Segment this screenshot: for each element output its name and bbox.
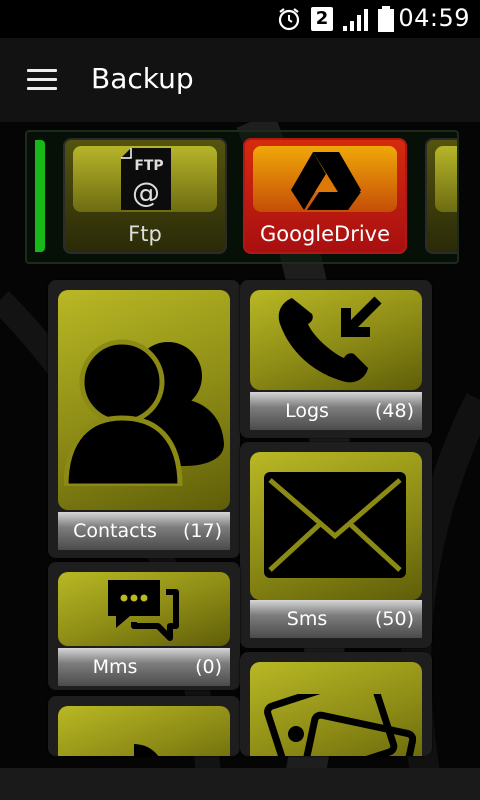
signal-icon [343,9,368,31]
category-logs[interactable]: Logs (48) [240,280,432,438]
ftp-icon-text: FTP [134,158,163,174]
contacts-icon [64,339,224,486]
category-count: (0) [195,656,222,678]
calendar-tile-face [58,706,230,756]
category-label: Contacts [73,520,157,542]
pictures-icon [264,694,416,756]
category-calendar-partial[interactable] [48,696,240,756]
sms-tile-face [250,452,422,600]
category-label: Sms [286,608,328,630]
hamburger-menu-icon[interactable] [27,69,57,91]
sms-caption: Sms (50) [250,600,422,638]
mms-caption: Mms (0) [58,648,230,686]
category-label: Mms [92,656,138,678]
contacts-tile-face [58,290,230,510]
category-count: (48) [374,400,414,422]
alarm-icon [278,8,300,31]
target-label-ftp: Ftp [128,222,162,246]
logs-caption: Logs (48) [250,392,422,430]
ftp-tile-face: FTP @ [73,146,217,212]
target-ftp[interactable]: FTP @ Ftp [63,138,227,254]
battery-icon [378,6,394,32]
backup-target-strip[interactable]: FTP @ Ftp GoogleDrive [25,130,459,264]
mms-tile-face [58,572,230,646]
next-tile-face [435,146,457,212]
category-pictures-partial[interactable] [240,652,432,756]
status-bar: 2 04:59 [0,0,480,38]
sms-envelope-icon [264,472,406,578]
page-title: Backup [91,62,194,95]
bottom-navigation-bar [0,768,480,800]
call-log-icon [278,296,382,383]
contacts-caption: Contacts (17) [58,512,230,550]
target-next-partial[interactable] [425,138,457,254]
sim-2-icon: 2 [311,7,333,31]
sim-badge: 2 [315,8,329,29]
category-sms[interactable]: Sms (50) [240,442,432,648]
category-mms[interactable]: Mms (0) [48,562,240,690]
clock: 04:59 [398,4,470,32]
calendar-icon [134,744,159,756]
selection-indicator [35,140,45,252]
category-contacts[interactable]: Contacts (17) [48,280,240,558]
category-label: Logs [285,400,329,422]
google-drive-icon [291,152,361,210]
target-label-google-drive: GoogleDrive [259,222,391,246]
app-bar: Backup [0,38,480,122]
mms-icon [108,580,179,641]
pictures-tile-face [250,662,422,756]
category-count: (50) [374,608,414,630]
target-google-drive[interactable]: GoogleDrive [243,138,407,254]
svg-text:@: @ [132,176,160,209]
logs-tile-face [250,290,422,390]
google-drive-tile-face [253,146,397,212]
category-count: (17) [182,520,222,542]
ftp-icon: FTP @ [121,148,171,210]
